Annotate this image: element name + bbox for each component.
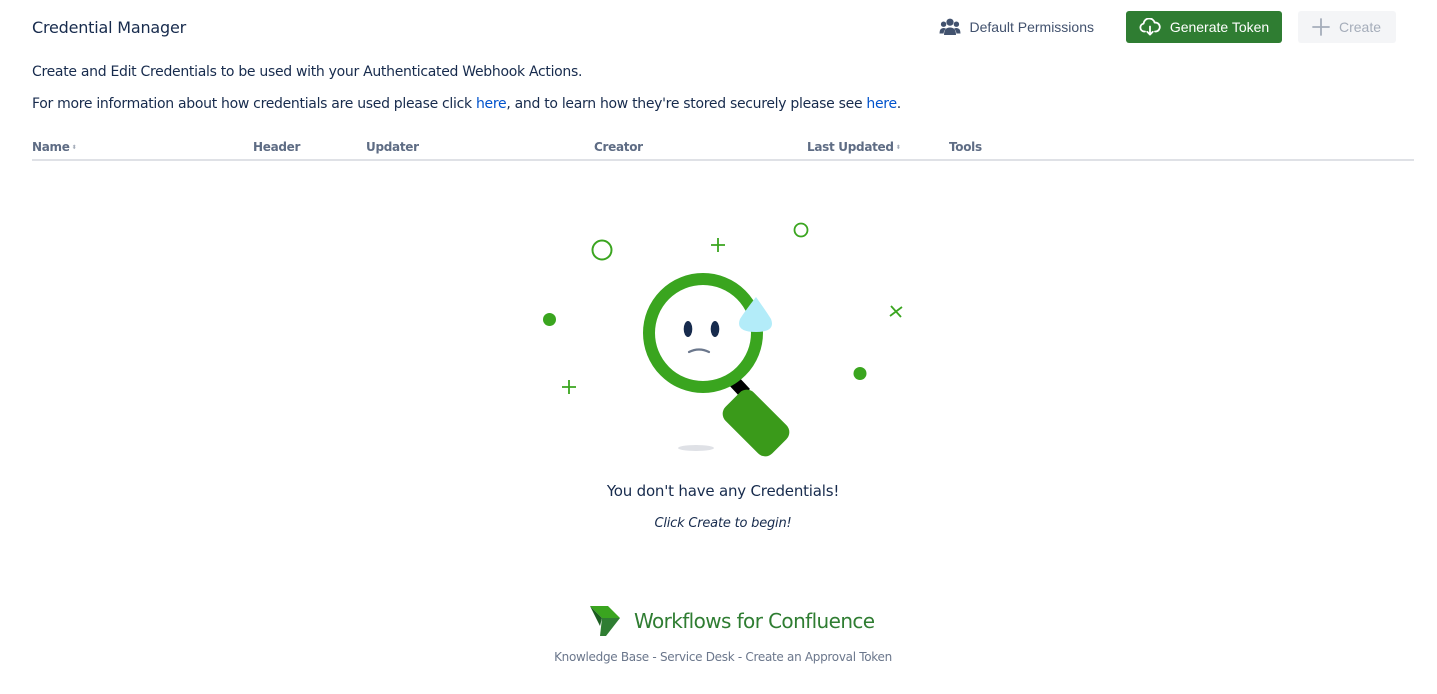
create-approval-token-link[interactable]: Create an Approval Token: [745, 650, 892, 664]
create-button[interactable]: Create: [1298, 11, 1396, 43]
service-desk-link[interactable]: Service Desk: [660, 650, 735, 664]
usage-info-link[interactable]: here: [476, 96, 507, 112]
generate-token-label: Generate Token: [1169, 19, 1270, 35]
footer-links: Knowledge Base - Service Desk - Create a…: [554, 650, 892, 664]
toolbar: Default Permissions Generate Token Creat…: [935, 11, 1396, 43]
eye-left: [683, 321, 693, 337]
handle: [722, 389, 790, 457]
brand-name: Workflows for Confluence: [634, 609, 875, 633]
decor-dot: [853, 367, 867, 380]
create-label: Create: [1339, 19, 1382, 35]
column-header-tools: Tools: [949, 140, 982, 154]
description-line-2: For more information about how credentia…: [32, 96, 901, 112]
column-header-updater: Updater: [366, 140, 419, 154]
column-header-creator: Creator: [594, 140, 643, 154]
description-line-1: Create and Edit Credentials to be used w…: [32, 64, 583, 80]
credentials-table-header: Name ⬍ Header Updater Creator Last Update…: [32, 140, 1414, 161]
page-title: Credential Manager: [32, 18, 186, 37]
decor-cross: [889, 305, 903, 318]
decor-plus: [711, 238, 725, 252]
decor-ring: [793, 222, 809, 238]
sad-magnifying-glass-icon: [543, 222, 903, 457]
empty-state-subtitle: Click Create to begin!: [654, 516, 792, 531]
shadow: [678, 445, 714, 451]
generate-token-button[interactable]: Generate Token: [1126, 11, 1282, 43]
decor-plus: [562, 380, 576, 394]
sort-icon: ⬍: [71, 144, 77, 151]
brand: Workflows for Confluence: [588, 604, 875, 638]
decor-dot: [543, 313, 556, 326]
default-permissions-button[interactable]: Default Permissions: [935, 11, 1111, 43]
column-header-name[interactable]: Name ⬍: [32, 140, 77, 154]
default-permissions-label: Default Permissions: [969, 19, 1095, 35]
cloud-download-icon: [1139, 18, 1161, 36]
column-header-last-updated[interactable]: Last Updated ⬍: [807, 140, 901, 154]
plus-icon: [1312, 18, 1330, 36]
workflows-logo-icon: [590, 606, 620, 636]
people-group-icon: [939, 18, 960, 35]
storage-info-link[interactable]: here: [866, 96, 897, 112]
sort-icon: ⬍: [895, 144, 901, 151]
decor-ring: [591, 239, 613, 261]
knowledge-base-link[interactable]: Knowledge Base: [554, 650, 649, 664]
column-header-header: Header: [253, 140, 301, 154]
empty-state-title: You don't have any Credentials!: [606, 482, 840, 500]
eye-right: [710, 321, 720, 337]
